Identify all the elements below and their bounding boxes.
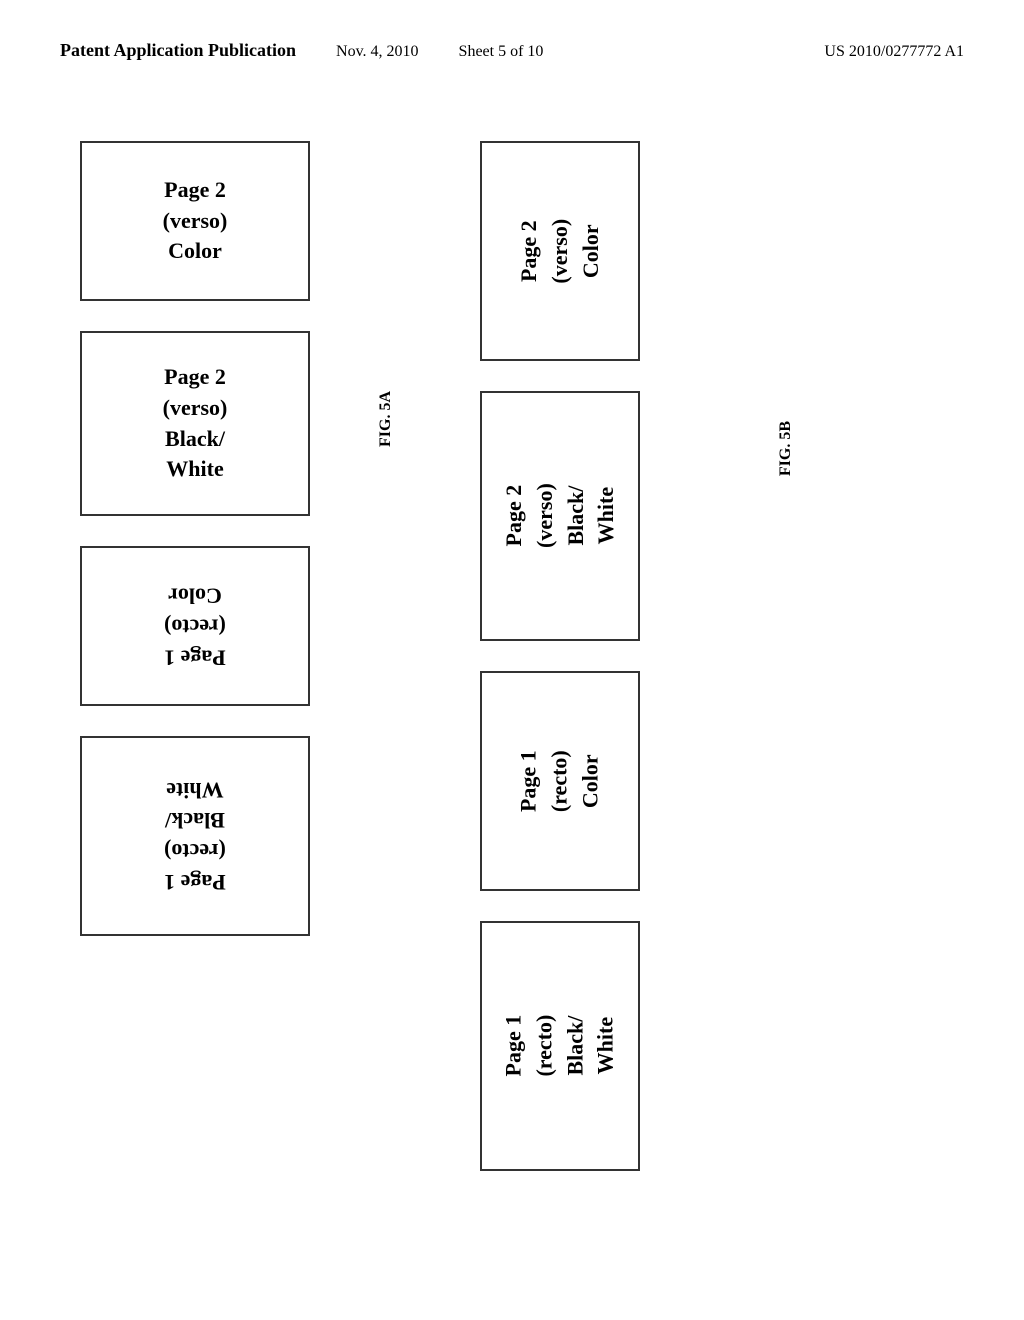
fig5a-column: Page 2(verso)Color Page 2(verso)Black/Wh…	[80, 141, 360, 1171]
right-box-page2-verso-bw: Page 2(verso)Black/White	[480, 391, 640, 641]
left-box-page2-verso-bw: Page 2(verso)Black/White	[80, 331, 310, 516]
left-box-page2-verso-bw-label: Page 2(verso)Black/White	[163, 362, 228, 485]
left-box-page2-verso-color: Page 2(verso)Color	[80, 141, 310, 301]
right-box-page1-recto-color: Page 1(recto)Color	[480, 671, 640, 891]
right-box-page2-verso-color: Page 2(verso)Color	[480, 141, 640, 361]
left-box-page2-verso-color-label: Page 2(verso)Color	[163, 175, 228, 267]
patent-number: US 2010/0277772 A1	[824, 43, 964, 61]
page-header: Patent Application Publication Nov. 4, 2…	[0, 0, 1024, 61]
right-box-page2-verso-color-label: Page 2(verso)Color	[514, 219, 606, 284]
fig5a-label: FIG. 5A	[377, 391, 395, 447]
right-box-page1-recto-bw: Page 1(recto)Black/White	[480, 921, 640, 1171]
diagram-area: Page 2(verso)Color Page 2(verso)Black/Wh…	[0, 61, 1024, 1171]
right-box-page1-recto-bw-label: Page 1(recto)Black/White	[498, 1015, 621, 1077]
left-box-page1-recto-color: Page 1(recto)Color	[80, 546, 310, 706]
right-box-page1-recto-color-label: Page 1(recto)Color	[514, 750, 606, 812]
publication-title: Patent Application Publication	[60, 40, 296, 61]
left-box-page1-recto-color-label: Page 1(recto)Color	[164, 580, 226, 672]
right-box-page2-verso-bw-label: Page 2(verso)Black/White	[498, 484, 621, 549]
sheet-info: Sheet 5 of 10	[459, 43, 544, 61]
fig5b-column: Page 2(verso)Color Page 2(verso)Black/Wh…	[480, 141, 760, 1171]
left-box-page1-recto-bw-label: Page 1(recto)Black/White	[164, 774, 226, 897]
left-box-page1-recto-bw: Page 1(recto)Black/White	[80, 736, 310, 936]
publication-date: Nov. 4, 2010	[336, 43, 419, 61]
fig5b-label: FIG. 5B	[777, 421, 795, 476]
